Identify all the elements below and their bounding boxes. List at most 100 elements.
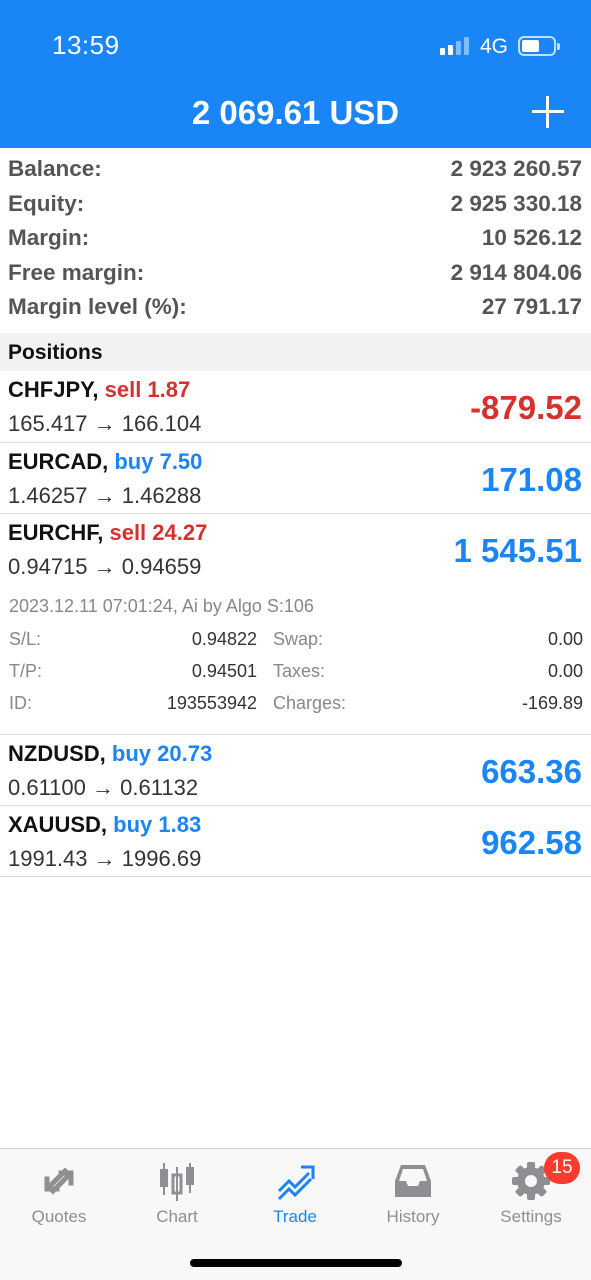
position-prices: 1991.43 → 1996.69 <box>8 846 201 872</box>
position-symbol: CHFJPY, <box>8 377 99 402</box>
open-price: 1991.43 <box>8 846 88 871</box>
detail-label: Swap: <box>273 629 324 649</box>
positions-header: Positions <box>0 333 591 371</box>
open-price: 1.46257 <box>8 483 88 508</box>
position-side-volume: buy 1.83 <box>113 812 202 837</box>
account-value: 2 914 804.06 <box>450 259 582 285</box>
position-prices: 0.94715 → 0.94659 <box>8 554 201 580</box>
account-label: Balance: <box>8 156 102 182</box>
battery-icon <box>518 36 560 56</box>
tab-label: Chart <box>156 1207 198 1226</box>
account-row-equity: Equity: 2 925 330.18 <box>0 187 591 222</box>
detail-value: -169.89 <box>521 693 583 713</box>
account-label: Margin: <box>8 225 90 251</box>
position-symbol: XAUUSD, <box>8 812 108 837</box>
position-side-volume: sell 24.27 <box>109 520 208 545</box>
current-price: 1.46288 <box>121 483 202 508</box>
detail-label: S/L: <box>9 629 42 649</box>
position-prices: 165.417 → 166.104 <box>8 411 201 437</box>
position-profit: 171.08 <box>481 461 582 498</box>
new-order-button[interactable] <box>530 94 566 130</box>
open-price: 165.417 <box>8 411 88 436</box>
account-row-margin: Margin: 10 526.12 <box>0 221 591 256</box>
settings-notification-badge: 15 <box>544 1152 580 1184</box>
position-row-xauusd[interactable]: XAUUSD, buy 1.83 1991.43 → 1996.69 962.5… <box>0 806 591 877</box>
quotes-arrows-icon <box>44 1167 74 1195</box>
position-title: EURCHF, sell 24.27 <box>8 520 207 546</box>
header-bar: 13:59 4G 2 069.61 USD <box>0 0 591 148</box>
current-price: 1996.69 <box>121 846 202 871</box>
tab-quotes[interactable]: Quotes <box>0 1149 118 1239</box>
account-row-balance: Balance: 2 923 260.57 <box>0 152 591 187</box>
trade-trend-icon <box>277 1165 315 1201</box>
position-row-chfjpy[interactable]: CHFJPY, sell 1.87 165.417 → 166.104 -879… <box>0 371 591 443</box>
position-profit: 962.58 <box>481 824 582 861</box>
position-profit: -879.52 <box>470 389 582 426</box>
arrow-icon: → <box>93 483 116 508</box>
position-symbol: EURCAD, <box>8 449 109 474</box>
tab-label: Settings <box>500 1207 562 1226</box>
tab-label: Trade <box>273 1207 317 1226</box>
account-value: 2 925 330.18 <box>450 190 582 216</box>
tab-chart[interactable]: Chart <box>118 1149 236 1239</box>
network-type: 4G <box>480 35 509 58</box>
current-price: 166.104 <box>121 411 202 436</box>
candlestick-icon <box>160 1163 194 1201</box>
position-profit: 663.36 <box>481 753 582 790</box>
tab-label: Quotes <box>31 1207 87 1226</box>
position-symbol: NZDUSD, <box>8 741 106 766</box>
position-title: EURCAD, buy 7.50 <box>8 449 202 475</box>
open-price: 0.94715 <box>8 554 88 579</box>
home-indicator[interactable] <box>190 1259 402 1267</box>
account-label: Free margin: <box>8 259 145 285</box>
page-title: 2 069.61 USD <box>191 94 400 131</box>
detail-value: 0.94822 <box>191 629 257 649</box>
tab-history[interactable]: History <box>354 1149 472 1239</box>
inbox-tray-icon <box>395 1165 431 1197</box>
position-prices: 1.46257 → 1.46288 <box>8 483 201 509</box>
position-row-eurcad[interactable]: EURCAD, buy 7.50 1.46257 → 1.46288 171.0… <box>0 443 591 514</box>
position-row-nzdusd[interactable]: NZDUSD, buy 20.73 0.61100 → 0.61132 663.… <box>0 735 591 806</box>
account-value: 27 791.17 <box>481 294 582 320</box>
detail-label: ID: <box>9 693 33 713</box>
current-price: 0.61132 <box>120 775 199 800</box>
position-prices: 0.61100 → 0.61132 <box>8 775 198 801</box>
current-price: 0.94659 <box>121 554 202 579</box>
detail-row-id: ID: 193553942 Charges: -169.89 <box>9 693 583 721</box>
detail-value: 193553942 <box>166 693 257 713</box>
account-label: Equity: <box>8 190 85 216</box>
detail-label: Charges: <box>273 693 347 713</box>
position-title: XAUUSD, buy 1.83 <box>8 812 201 838</box>
detail-value: 0.94501 <box>191 661 257 681</box>
tab-label: History <box>386 1207 440 1226</box>
account-summary: Balance: 2 923 260.57 Equity: 2 925 330.… <box>0 152 591 325</box>
detail-row-sl: S/L: 0.94822 Swap: 0.00 <box>9 629 583 657</box>
status-time: 13:59 <box>52 30 120 60</box>
detail-value: 0.00 <box>547 629 583 649</box>
detail-row-tp: T/P: 0.94501 Taxes: 0.00 <box>9 661 583 689</box>
arrow-icon: → <box>92 775 115 800</box>
position-symbol: EURCHF, <box>8 520 104 545</box>
arrow-icon: → <box>93 411 116 436</box>
position-title: NZDUSD, buy 20.73 <box>8 741 212 767</box>
account-label: Margin level (%): <box>8 294 187 320</box>
position-side-volume: sell 1.87 <box>104 377 191 402</box>
account-row-free-margin: Free margin: 2 914 804.06 <box>0 256 591 291</box>
account-row-margin-level: Margin level (%): 27 791.17 <box>0 290 591 325</box>
detail-label: Taxes: <box>273 661 326 681</box>
position-side-volume: buy 7.50 <box>114 449 203 474</box>
arrow-icon: → <box>93 846 116 871</box>
position-details: 2023.12.11 07:01:24, Ai by Algo S:106 S/… <box>0 588 591 734</box>
cellular-signal-icon <box>440 37 469 55</box>
position-profit: 1 545.51 <box>453 532 582 569</box>
account-value: 10 526.12 <box>481 225 582 251</box>
position-side-volume: buy 20.73 <box>111 741 213 766</box>
detail-value: 0.00 <box>547 661 583 681</box>
open-price: 0.61100 <box>8 775 86 800</box>
detail-label: T/P: <box>9 661 43 681</box>
account-value: 2 923 260.57 <box>450 156 582 182</box>
position-title: CHFJPY, sell 1.87 <box>8 377 190 403</box>
arrow-icon: → <box>93 554 116 579</box>
tab-trade[interactable]: Trade <box>236 1149 354 1239</box>
position-open-info: 2023.12.11 07:01:24, Ai by Algo S:106 <box>9 596 314 616</box>
